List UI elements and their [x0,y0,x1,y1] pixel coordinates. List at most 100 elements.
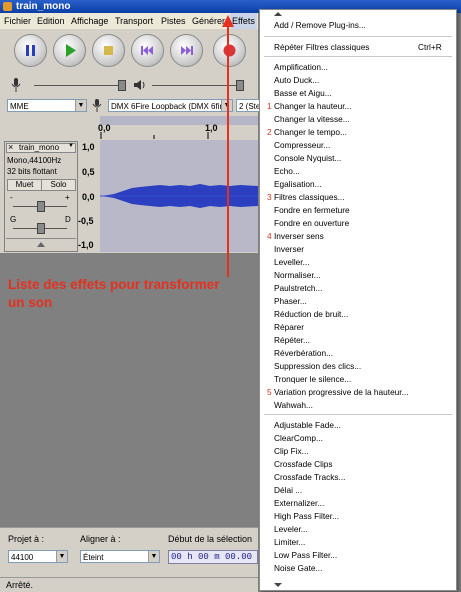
output-device-value: DMX 6Fire Loopback (DMX 6fir [111,102,223,111]
menu-item-effect[interactable]: Filtres classiques... [274,191,345,203]
menu-item-effect[interactable]: Changer le tempo... [274,126,347,138]
chevron-up-icon [37,242,45,247]
menu-item-effect[interactable]: Suppression des clics... [274,360,361,372]
gain-slider[interactable] [37,201,45,212]
menu-item-effect[interactable]: Inverser sens [274,230,324,242]
scroll-down-icon[interactable] [274,582,282,588]
track-name: train_mono [19,143,60,152]
annotation-number: 3 [267,192,272,202]
speaker-icon [134,80,145,90]
scroll-up-icon[interactable] [274,11,282,17]
menu-separator [264,56,452,57]
menu-item-effect[interactable]: Auto Duck... [274,74,319,86]
window-title: train_mono [16,1,71,12]
menu-item-plugin[interactable]: ClearComp... [274,432,323,444]
menu-item-effect[interactable]: Changer la hauteur... [274,100,352,112]
menu-item-effect[interactable]: Compresseur... [274,139,330,151]
menu-item-effect[interactable]: Réverbération... [274,347,333,359]
selection-toolbar: Projet à : 44100 ▼ Aligner à : Éteint ▼ Dé… [0,527,258,580]
annotation-number: 5 [267,387,272,397]
menu-item-effect[interactable]: Phaser... [274,295,307,307]
menu-item-plugin[interactable]: Noise Gate... [274,562,322,574]
output-device-select[interactable]: DMX 6Fire Loopback (DMX 6fir▼ [108,99,233,112]
annotation-number: 4 [267,231,272,241]
annotation-number: 1 [267,101,272,111]
menu-affichage[interactable]: Affichage [71,13,108,29]
menu-item-plugin[interactable]: Low Pass Filter... [274,549,337,561]
menu-shortcut: Ctrl+R [418,42,442,52]
menu-item-effect[interactable]: Fondre en ouverture [274,217,349,229]
mute-button[interactable]: Muet [7,179,42,191]
menu-item-plugin[interactable]: Crossfade Clips [274,458,333,470]
menu-item-effect[interactable]: Egalisation... [274,178,322,190]
scale-label: -1,0 [78,240,94,250]
menu-item-plugin[interactable]: Clip Fix... [274,445,309,457]
track-name-menu[interactable]: × train_mono ▼ [6,142,76,153]
menu-item-effect[interactable]: Tronquer le silence... [274,373,351,385]
solo-button[interactable]: Solo [41,179,76,191]
menu-item-effect[interactable]: Basse et Aigu... [274,87,332,99]
pause-icon [26,45,35,56]
skip-start-button[interactable] [131,34,164,67]
chevron-down-icon: ▼ [148,551,159,562]
skip-end-button[interactable] [170,34,203,67]
menu-item-effect[interactable]: Leveller... [274,256,310,268]
gain-plus-label: + [65,193,70,202]
audio-host-select[interactable]: MME ▼ [7,99,87,112]
chevron-down-icon: ▼ [68,143,74,149]
skip-end-icon [181,46,193,55]
selection-start-time[interactable]: 00 h 00 m 00.00 [168,550,258,564]
pan-left-label: G [10,215,17,224]
menu-separator [264,36,452,37]
input-volume-slider[interactable] [118,80,126,91]
menu-item-effect[interactable]: Normaliser... [274,269,321,281]
project-rate-select[interactable]: 44100 ▼ [8,550,68,563]
pan-slider[interactable] [37,223,45,234]
menu-fichier[interactable]: Fichier [4,13,31,29]
menu-item-effect[interactable]: Inverser [274,243,304,255]
close-icon[interactable]: × [8,142,13,152]
pause-button[interactable] [14,34,47,67]
menu-item-effect[interactable]: Wahwah... [274,399,313,411]
annotation-arrow [222,15,234,277]
annotation-text: Liste des effets pour transformer un son [8,276,258,312]
menu-item-effect[interactable]: Console Nyquist... [274,152,341,164]
menu-pistes[interactable]: Pistes [161,13,186,29]
chevron-down-icon: ▼ [56,551,67,562]
microphone-icon [92,99,102,112]
audio-host-value: MME [10,102,29,111]
menu-edition[interactable]: Edition [37,13,65,29]
pan-right-label: D [65,215,71,224]
channels-select[interactable]: 2 (Ste [236,99,260,112]
menu-item-add-remove-plugins[interactable]: Add / Remove Plug-ins... [274,19,366,31]
collapse-track-button[interactable] [6,238,76,250]
input-volume-track [34,85,124,86]
menu-item-plugin[interactable]: Délai ... [274,484,302,496]
menu-item-plugin[interactable]: High Pass Filter... [274,510,339,522]
track-format: Mono,44100Hz [7,156,62,165]
menu-item-plugin[interactable]: Adjustable Fade... [274,419,341,431]
menu-item-effect[interactable]: Variation progressive de la hauteur... [274,386,409,398]
menu-item-effect[interactable]: Fondre en fermeture [274,204,350,216]
stop-button[interactable] [92,34,125,67]
menu-transport[interactable]: Transport [115,13,153,29]
snap-select[interactable]: Éteint ▼ [80,550,160,563]
menu-item-effect[interactable]: Paulstretch... [274,282,322,294]
play-button[interactable] [53,34,86,67]
microphone-icon [11,78,21,92]
status-text: Arrêté. [6,580,34,590]
menu-item-effect[interactable]: Réduction de bruit... [274,308,348,320]
menu-item-effect[interactable]: Répéter... [274,334,310,346]
menu-item-plugin[interactable]: Crossfade Tracks... [274,471,345,483]
menu-separator [264,414,452,415]
menu-item-effect[interactable]: Amplification... [274,61,328,73]
menu-item-effect[interactable]: Réparer [274,321,304,333]
selection-start-label: Début de la sélection [168,534,253,544]
menu-item-plugin[interactable]: Limiter... [274,536,305,548]
menu-item-plugin[interactable]: Externalizer... [274,497,324,509]
menu-item-repeat-effect[interactable]: Répéter Filtres classiques [274,41,369,53]
menu-item-effect[interactable]: Changer la vitesse... [274,113,350,125]
track-bit-depth: 32 bits flottant [7,167,57,176]
menu-item-plugin[interactable]: Leveler... [274,523,308,535]
menu-item-effect[interactable]: Echo... [274,165,300,177]
